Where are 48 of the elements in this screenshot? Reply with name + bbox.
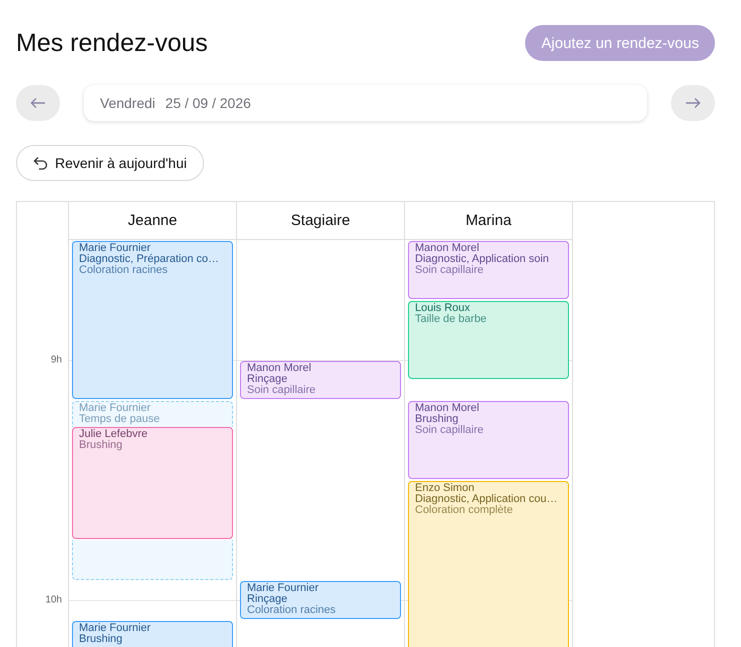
service-category: Coloration racines (247, 605, 337, 616)
service-category: Taille de barbe (415, 314, 488, 325)
service-category: Coloration complète (415, 505, 513, 516)
service-list: Brushing (415, 414, 562, 425)
back-to-today-button[interactable]: Revenir à aujourd'hui (16, 145, 204, 181)
client-name: Manon Morel (247, 363, 312, 374)
appointment-card[interactable]: Manon Morel Brushing Soin capillaire (408, 401, 569, 479)
service-category: Brushing (79, 440, 124, 451)
right-arrow-icon (685, 97, 701, 109)
client-name: Marie Fournier (247, 583, 320, 594)
appointment-card[interactable]: Marie Fournier Brushing (72, 621, 233, 647)
client-name: Enzo Simon (415, 483, 476, 494)
left-arrow-icon (30, 97, 46, 109)
client-name: Marie Fournier (79, 403, 152, 414)
next-day-button[interactable] (671, 85, 715, 121)
appointment-card[interactable]: Marie Fournier Diagnostic, Préparation co… Coloration racines (72, 241, 233, 399)
staff-column-header: Stagiaire (237, 202, 405, 240)
client-name: Manon Morel (415, 403, 480, 414)
undo-arrow-icon (33, 156, 48, 170)
appointment-card[interactable]: Marie Fournier Rinçage Coloration racines (240, 581, 401, 619)
client-name: Marie Fournier (79, 243, 151, 254)
service-category: Soin capillaire (247, 385, 316, 396)
staff-column-header: Jeanne (69, 202, 237, 240)
previous-day-button[interactable] (16, 85, 60, 121)
appointment-card[interactable]: Louis Roux Taille de barbe (408, 301, 569, 379)
service-list: Diagnostic, Application soin (415, 254, 562, 265)
service-list: Diagnostic, Application cou… (415, 494, 562, 505)
client-name: Marie Fournier (79, 623, 152, 634)
hour-label: 9h (50, 354, 62, 366)
service-category: Soin capillaire (415, 425, 484, 436)
page-title: Mes rendez-vous (16, 28, 208, 58)
appointment-card[interactable]: Manon Morel Rinçage Soin capillaire (240, 361, 401, 399)
appointment-card[interactable]: Julie Lefebvre Brushing (72, 427, 233, 539)
service-category: Temps de pause (79, 414, 161, 425)
service-category: Coloration racines (79, 265, 168, 276)
appointment-card[interactable]: Enzo Simon Diagnostic, Application cou… Coloration complète (408, 481, 569, 647)
service-list: Brushing (79, 634, 226, 645)
client-name: Louis Roux (415, 303, 472, 314)
service-list: Diagnostic, Préparation co… (79, 254, 226, 265)
service-list: Rinçage (247, 594, 394, 605)
client-name: Julie Lefebvre (79, 429, 148, 440)
service-category: Soin capillaire (415, 265, 484, 276)
client-name: Manon Morel (415, 243, 480, 254)
service-list: Rinçage (247, 374, 394, 385)
hour-label: 10h (45, 594, 62, 606)
date-field[interactable]: Vendredi 25 / 09 / 2026 (84, 85, 647, 121)
staff-column-header: Marina (405, 202, 573, 240)
appointment-card[interactable]: Manon Morel Diagnostic, Application soin Soin capillaire (408, 241, 569, 299)
